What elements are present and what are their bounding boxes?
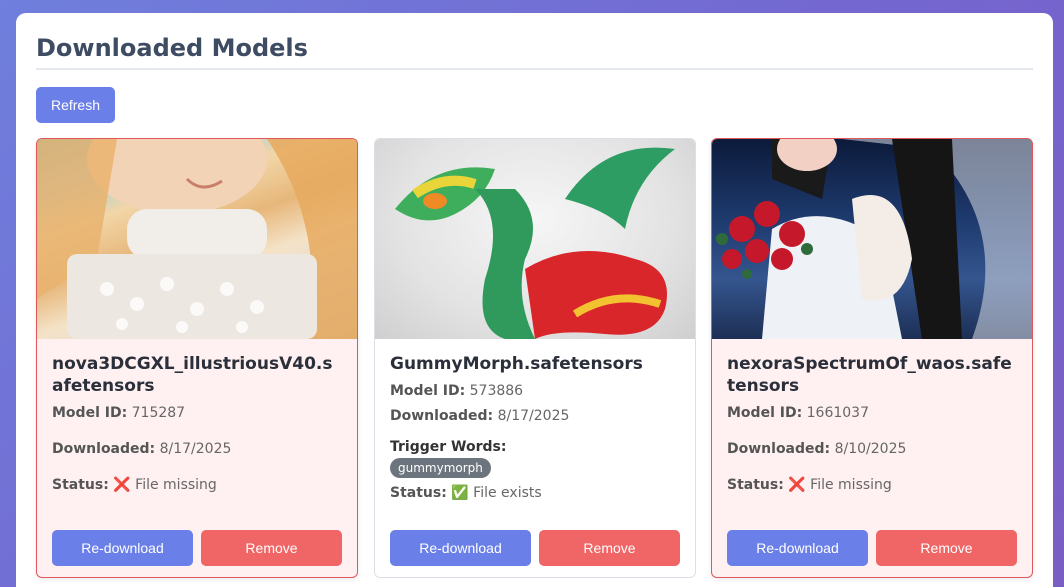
- trigger-words-list: gummymorph: [390, 457, 680, 478]
- card-actions: Re-download Remove: [727, 530, 1017, 566]
- remove-button[interactable]: Remove: [539, 530, 680, 566]
- downloaded-field: Downloaded: 8/17/2025: [52, 439, 342, 459]
- model-card: nexoraSpectrumOf_waos.safetensors Model …: [711, 138, 1033, 578]
- downloaded-value: 8/17/2025: [497, 408, 570, 424]
- model-id-value: 715287: [131, 405, 186, 421]
- status-value: File missing: [810, 477, 892, 493]
- model-id-field: Model ID: 1661037: [727, 403, 1017, 423]
- status-value: File missing: [135, 477, 217, 493]
- model-preview-image: [375, 139, 695, 339]
- model-name: GummyMorph.safetensors: [390, 354, 643, 374]
- model-id-field: Model ID: 715287: [52, 403, 342, 423]
- model-id-label: Model ID:: [727, 405, 803, 421]
- status-label: Status:: [52, 477, 109, 493]
- redownload-button[interactable]: Re-download: [390, 530, 531, 566]
- status-field: Status: ✅ File exists: [390, 483, 680, 503]
- downloaded-field: Downloaded: 8/10/2025: [727, 439, 1017, 459]
- model-id-value: 1661037: [806, 405, 869, 421]
- model-name: nova3DCGXL_illustriousV40.safetensors: [52, 354, 333, 396]
- redownload-button[interactable]: Re-download: [52, 530, 193, 566]
- downloaded-value: 8/17/2025: [159, 441, 232, 457]
- cross-icon: ❌: [113, 477, 131, 493]
- status-field: Status: ❌ File missing: [727, 475, 1017, 495]
- downloaded-models-panel: Downloaded Models Refresh nova3DCGXL_ill…: [16, 13, 1053, 587]
- model-card: GummyMorph.safetensors Model ID: 573886 …: [374, 138, 696, 578]
- model-id-field: Model ID: 573886: [390, 381, 680, 401]
- model-card-grid: nova3DCGXL_illustriousV40.safetensors Mo…: [36, 138, 1034, 587]
- refresh-button[interactable]: Refresh: [36, 87, 115, 123]
- remove-button[interactable]: Remove: [201, 530, 342, 566]
- card-actions: Re-download Remove: [390, 530, 680, 566]
- status-field: Status: ❌ File missing: [52, 475, 342, 495]
- downloaded-value: 8/10/2025: [834, 441, 907, 457]
- downloaded-label: Downloaded:: [727, 441, 831, 457]
- trigger-word-tag: gummymorph: [390, 458, 491, 478]
- model-id-value: 573886: [469, 383, 524, 399]
- model-preview-image: [712, 139, 1032, 339]
- dragon-illustration: [395, 147, 675, 339]
- model-id-label: Model ID:: [390, 383, 466, 399]
- model-name: nexoraSpectrumOf_waos.safetensors: [727, 354, 1012, 396]
- downloaded-label: Downloaded:: [52, 441, 156, 457]
- model-id-label: Model ID:: [52, 405, 128, 421]
- remove-button[interactable]: Remove: [876, 530, 1017, 566]
- check-icon: ✅: [451, 485, 469, 501]
- status-label: Status:: [390, 485, 447, 501]
- redownload-button[interactable]: Re-download: [727, 530, 868, 566]
- model-card: nova3DCGXL_illustriousV40.safetensors Mo…: [36, 138, 358, 578]
- card-actions: Re-download Remove: [52, 530, 342, 566]
- portrait-illustration: [37, 139, 357, 339]
- trigger-words-label: Trigger Words:: [390, 439, 507, 455]
- page-title: Downloaded Models: [36, 33, 1033, 70]
- status-value: File exists: [473, 485, 542, 501]
- downloaded-field: Downloaded: 8/17/2025: [390, 406, 680, 426]
- cross-icon: ❌: [788, 477, 806, 493]
- bride-illustration: [716, 139, 1032, 339]
- status-label: Status:: [727, 477, 784, 493]
- downloaded-label: Downloaded:: [390, 408, 494, 424]
- model-preview-image: [37, 139, 357, 339]
